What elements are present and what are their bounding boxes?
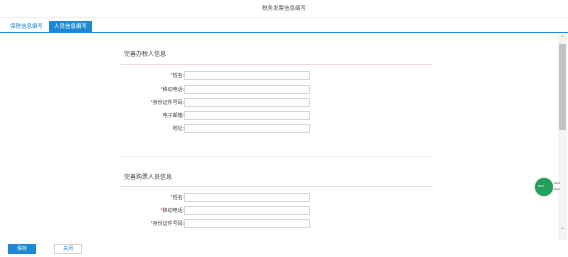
save-button[interactable]: 保存 xyxy=(8,244,36,254)
field-label: 地址: xyxy=(172,126,184,132)
form-row-mobile: *移动电话: xyxy=(120,206,320,216)
purchaser-name-input[interactable] xyxy=(184,193,310,202)
gauge-label: 65% xyxy=(538,184,545,188)
form-row-id-number: *身份证件号码: xyxy=(120,98,320,108)
purchaser-mobile-input[interactable] xyxy=(184,206,310,215)
tab-bar: 保税信息编写 人员信息编写 xyxy=(0,19,568,33)
label-text: 身份证件号码: xyxy=(152,221,184,227)
bottom-toolbar: 保存 关闭 xyxy=(0,242,568,257)
section-divider xyxy=(120,186,432,187)
section-separator xyxy=(120,156,432,157)
network-speed-widget[interactable]: 65% 0K/s 0K/s xyxy=(535,178,561,196)
section-divider xyxy=(120,64,432,65)
field-label: *身份证件号码: xyxy=(151,99,184,106)
upload-speed: 0K/s xyxy=(554,181,561,185)
scrollbar-thumb[interactable] xyxy=(559,44,566,130)
field-label: *姓名: xyxy=(171,72,184,79)
field-label: *身份证件号码: xyxy=(151,220,184,227)
speed-gauge-icon: 65% xyxy=(535,178,553,196)
label-text: 身份证件号码: xyxy=(152,100,184,106)
purchaser-id-number-input[interactable] xyxy=(184,219,310,228)
name-input[interactable] xyxy=(184,71,310,80)
id-number-input[interactable] xyxy=(184,98,310,107)
field-label: *移动电话: xyxy=(161,207,184,214)
section-title-tax-handler: 完善办税人信息 xyxy=(124,52,167,58)
label-text: 移动电话: xyxy=(162,87,184,93)
window-title: 税务发票信息编写 xyxy=(0,0,568,18)
form-content: 完善办税人信息 *姓名: *移动电话: *身份证件号码: 电子邮箱: 地址: 完… xyxy=(0,34,558,240)
download-speed: 0K/s xyxy=(554,187,561,191)
form-row-id-number: *身份证件号码: xyxy=(120,219,320,229)
form-row-email: 电子邮箱: xyxy=(120,111,320,121)
field-label: *姓名: xyxy=(171,194,184,201)
email-input[interactable] xyxy=(184,111,310,120)
label-text: 姓名: xyxy=(172,195,184,201)
field-label: 电子邮箱: xyxy=(162,113,184,119)
tab-personnel-info[interactable]: 人员信息编写 xyxy=(49,21,92,33)
vertical-scrollbar[interactable]: ⌃ ⌄ xyxy=(558,34,567,240)
section-title-purchaser: 完善购票人员信息 xyxy=(124,175,173,181)
tab-tax-info[interactable]: 保税信息编写 xyxy=(6,21,47,33)
form-row-name: *姓名: xyxy=(120,71,320,81)
label-text: 姓名: xyxy=(172,73,184,79)
mobile-input[interactable] xyxy=(184,85,310,94)
close-button[interactable]: 关闭 xyxy=(54,244,82,254)
chevron-up-icon[interactable]: ⌃ xyxy=(558,34,567,42)
label-text: 移动电话: xyxy=(162,208,184,214)
form-row-address: 地址: xyxy=(120,124,320,134)
form-row-mobile: *移动电话: xyxy=(120,85,320,95)
address-input[interactable] xyxy=(184,124,310,133)
field-label: *移动电话: xyxy=(161,86,184,93)
chevron-down-icon[interactable]: ⌄ xyxy=(558,224,567,232)
form-row-name: *姓名: xyxy=(120,193,320,203)
